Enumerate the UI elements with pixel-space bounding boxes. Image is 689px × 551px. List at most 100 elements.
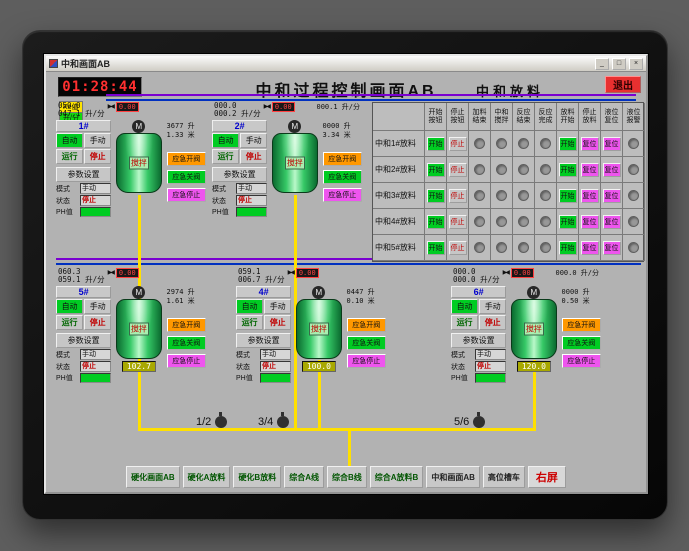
start-button[interactable]: 开始 (426, 162, 445, 177)
feed-done-indicator (474, 190, 485, 201)
emergency-close-button[interactable]: 应急关阀 (346, 336, 386, 350)
run-button[interactable]: 运行 (236, 315, 264, 330)
discharge-stop-reset-button[interactable]: 复位 (580, 214, 599, 229)
manual-button[interactable]: 手动 (264, 299, 292, 314)
discharge-start-button[interactable]: 开始 (558, 136, 577, 151)
start-button[interactable]: 开始 (426, 188, 445, 203)
discharge-start-button[interactable]: 开始 (558, 162, 577, 177)
params-button[interactable]: 参数设置 (56, 167, 112, 182)
discharge-start-button[interactable]: 开始 (558, 214, 577, 229)
stop-button[interactable]: 停止 (448, 162, 467, 177)
emergency-close-button[interactable]: 应急关阀 (561, 336, 601, 350)
close-button[interactable]: × (629, 57, 643, 70)
level-reset-button[interactable]: 复位 (602, 188, 621, 203)
params-button[interactable]: 参数设置 (451, 333, 507, 348)
auto-button[interactable]: 自动 (212, 133, 240, 148)
exit-button[interactable]: 退出 (605, 76, 641, 93)
mode-label: 模式 (236, 351, 250, 359)
discharge-start-button[interactable]: 开始 (558, 240, 577, 255)
emergency-stop-button[interactable]: 应急停止 (322, 188, 362, 202)
unit-stop-button[interactable]: 停止 (240, 149, 268, 164)
emergency-open-button[interactable]: 应急开阀 (166, 318, 206, 332)
stop-button[interactable]: 停止 (448, 240, 467, 255)
nav-button[interactable]: 高位槽车 (482, 466, 525, 488)
unit-stop-button[interactable]: 停止 (264, 315, 292, 330)
run-button[interactable]: 运行 (212, 149, 240, 164)
emergency-stop-button[interactable]: 应急停止 (166, 354, 206, 368)
params-button[interactable]: 参数设置 (236, 333, 292, 348)
emergency-stop-button[interactable]: 应急停止 (346, 354, 386, 368)
level-reset-button[interactable]: 复位 (602, 136, 621, 151)
maximize-button[interactable]: □ (612, 57, 626, 70)
nav-button[interactable]: 综合A线 (284, 466, 324, 488)
emergency-close-button[interactable]: 应急关阀 (322, 170, 362, 184)
manual-button[interactable]: 手动 (84, 299, 112, 314)
discharge-stop-reset-button[interactable]: 复位 (580, 240, 599, 255)
tank-volume-value: 100.0 (301, 361, 336, 372)
agitation-indicator (496, 216, 507, 227)
table-row: 中和2#放料 开始 停止 开始 复位 复位 (373, 157, 645, 183)
flow-value: 050.0 047.1 升/分 (58, 101, 105, 118)
ph-label: PH值 (56, 209, 73, 216)
nav-button[interactable]: 中和画面AB (426, 466, 480, 488)
params-button[interactable]: 参数设置 (212, 167, 268, 182)
reaction-complete-indicator (540, 216, 551, 227)
run-button[interactable]: 运行 (56, 315, 84, 330)
discharge-stop-reset-button[interactable]: 复位 (580, 136, 599, 151)
discharge-stop-reset-button[interactable]: 复位 (580, 188, 599, 203)
ph-label: PH值 (236, 375, 253, 382)
emergency-open-button[interactable]: 应急开阀 (166, 152, 206, 166)
emergency-stop-button[interactable]: 应急停止 (561, 354, 601, 368)
reactor-unit: 059.1 006.7 升/分 ▶◀ 0.00 4# 自动 手动 运行 停止 参… (236, 268, 386, 383)
auto-button[interactable]: 自动 (56, 299, 84, 314)
row-label: 中和5#放料 (373, 235, 425, 261)
auto-button[interactable]: 自动 (56, 133, 84, 148)
ph-value (80, 373, 112, 383)
emergency-open-button[interactable]: 应急开阀 (346, 318, 386, 332)
stop-button[interactable]: 停止 (448, 188, 467, 203)
emergency-open-button[interactable]: 应急开阀 (561, 318, 601, 332)
start-button[interactable]: 开始 (426, 240, 445, 255)
manual-button[interactable]: 手动 (479, 299, 507, 314)
tank-volume-value: 120.0 (516, 361, 551, 372)
stop-button[interactable]: 停止 (448, 214, 467, 229)
start-button[interactable]: 开始 (426, 214, 445, 229)
emergency-open-button[interactable]: 应急开阀 (322, 152, 362, 166)
stop-button[interactable]: 停止 (448, 136, 467, 151)
agitation-indicator (496, 138, 507, 149)
unit-id: 4# (236, 286, 292, 298)
emergency-close-button[interactable]: 应急关阀 (166, 336, 206, 350)
manual-button[interactable]: 手动 (84, 133, 112, 148)
setpoint-value: 0.00 (295, 268, 319, 278)
auto-button[interactable]: 自动 (236, 299, 264, 314)
nav-button[interactable]: 硬化B放料 (233, 466, 282, 488)
run-button[interactable]: 运行 (56, 149, 84, 164)
nav-button[interactable]: 综合B线 (327, 466, 367, 488)
unit-control-panel: 6# 自动 手动 运行 停止 参数设置 模式 手动 状态停止 PH值 (451, 286, 507, 383)
auto-button[interactable]: 自动 (451, 299, 479, 314)
unit-stop-button[interactable]: 停止 (84, 149, 112, 164)
nav-button[interactable]: 硬化画面AB (126, 466, 180, 488)
params-button[interactable]: 参数设置 (56, 333, 112, 348)
unit-stop-button[interactable]: 停止 (84, 315, 112, 330)
state-value: 停止 (260, 361, 292, 372)
level-reset-button[interactable]: 复位 (602, 240, 621, 255)
level-reset-button[interactable]: 复位 (602, 162, 621, 177)
discharge-start-button[interactable]: 开始 (558, 188, 577, 203)
minimize-button[interactable]: _ (595, 57, 609, 70)
discharge-stop-reset-button[interactable]: 复位 (580, 162, 599, 177)
level-reset-button[interactable]: 复位 (602, 214, 621, 229)
emergency-stop-button[interactable]: 应急停止 (166, 188, 206, 202)
manual-button[interactable]: 手动 (240, 133, 268, 148)
reactor-tank: 搅拌 (271, 133, 318, 193)
nav-button[interactable]: 硬化A放料 (182, 466, 231, 488)
emergency-close-button[interactable]: 应急关阀 (166, 170, 206, 184)
state-value: 停止 (236, 195, 268, 206)
setpoint-value: 0.00 (115, 268, 139, 278)
motor-icon: M (527, 286, 541, 299)
start-button[interactable]: 开始 (426, 136, 445, 151)
unit-stop-button[interactable]: 停止 (479, 315, 507, 330)
run-button[interactable]: 运行 (451, 315, 479, 330)
nav-button[interactable]: 综合A放料B (369, 466, 424, 488)
nav-button[interactable]: 右屏 (527, 466, 566, 488)
